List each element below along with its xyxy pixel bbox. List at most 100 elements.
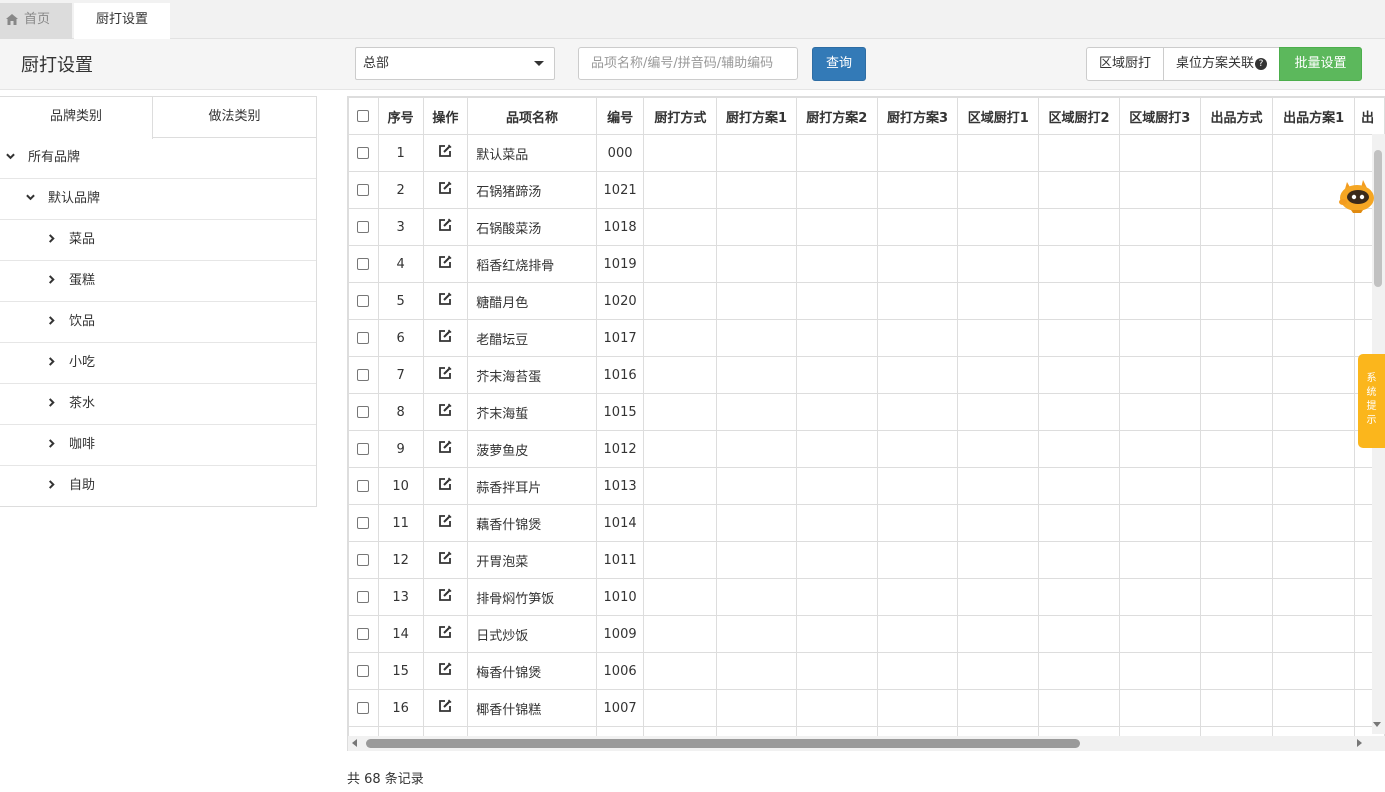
tab-kitchen-print-settings[interactable]: 厨打设置 [74,3,170,39]
row-checkbox[interactable] [357,665,370,677]
row-checkbox[interactable] [357,406,370,418]
scroll-right-icon[interactable] [1357,739,1362,747]
batch-settings-button[interactable]: 批量设置 [1279,47,1363,81]
tree-item[interactable]: 自助 [0,466,316,507]
table-row[interactable]: 1 默认菜品 000 [348,134,1385,172]
table-row[interactable]: 9 菠萝鱼皮 1012 [348,430,1385,468]
chevron-right-icon[interactable] [47,234,56,243]
table-plan-link-button[interactable]: 桌位方案关联? [1163,47,1281,81]
row-checkbox[interactable] [357,554,370,566]
edit-icon[interactable] [438,440,452,454]
column-header[interactable]: 厨打方案1 [716,97,797,135]
tree-item[interactable]: 蛋糕 [0,261,316,302]
edit-icon[interactable] [438,292,452,306]
table-row[interactable]: 6 老醋坛豆 1017 [348,319,1385,357]
chevron-down-icon[interactable] [6,152,15,161]
edit-icon[interactable] [438,699,452,713]
table-row[interactable]: 10 蒜香拌耳片 1013 [348,467,1385,505]
row-checkbox[interactable] [357,147,370,159]
tree-item[interactable]: 所有品牌 [0,138,316,179]
area-print-button[interactable]: 区域厨打 [1086,47,1165,81]
edit-icon[interactable] [438,403,452,417]
row-checkbox[interactable] [357,258,370,270]
column-header[interactable]: 区域厨打3 [1118,97,1201,135]
edit-icon[interactable] [438,551,452,565]
tree-item[interactable]: 咖啡 [0,425,316,466]
row-checkbox[interactable] [357,443,370,455]
column-header[interactable]: 厨打方案2 [795,97,878,135]
chevron-down-icon[interactable] [26,193,35,202]
table-row[interactable]: 11 藕香什锦煲 1014 [348,504,1385,542]
column-header[interactable]: 厨打方案3 [876,97,959,135]
horizontal-scroll-thumb[interactable] [366,739,1080,748]
store-select[interactable]: 总部 [355,47,555,80]
column-header[interactable]: 区域厨打2 [1038,97,1120,135]
tree-item[interactable]: 小吃 [0,343,316,384]
table-row[interactable]: 16 椰香什锦糕 1007 [348,689,1385,727]
row-checkbox[interactable] [357,702,370,714]
tree-item[interactable]: 茶水 [0,384,316,425]
row-checkbox[interactable] [357,369,370,381]
edit-icon[interactable] [438,329,452,343]
edit-icon[interactable] [438,514,452,528]
table-row[interactable]: 2 石锅猪蹄汤 1021 [348,171,1385,209]
row-checkbox[interactable] [357,628,370,640]
chevron-right-icon[interactable] [47,357,56,366]
column-header[interactable]: 品项名称 [467,97,597,135]
row-checkbox[interactable] [357,517,370,529]
search-input[interactable] [578,47,798,80]
column-header[interactable]: 区域厨打1 [957,97,1040,135]
table-row[interactable]: 7 芥末海苔蛋 1016 [348,356,1385,394]
edit-icon[interactable] [438,477,452,491]
column-header[interactable]: 操作 [422,97,469,135]
robot-assistant-icon[interactable] [1337,176,1377,214]
row-checkbox[interactable] [357,221,370,233]
table-row[interactable]: 4 稻香红烧排骨 1019 [348,245,1385,283]
table-row[interactable]: 12 开胃泡菜 1011 [348,541,1385,579]
table-row[interactable]: 14 日式炒饭 1009 [348,615,1385,653]
tree-item[interactable]: 菜品 [0,220,316,261]
edit-icon[interactable] [438,181,452,195]
column-header[interactable]: 出品方式 [1199,97,1274,135]
chevron-right-icon[interactable] [47,275,56,284]
scroll-left-icon[interactable] [352,739,357,747]
column-header[interactable]: 出 [1354,97,1385,135]
table-row[interactable]: 13 排骨焖竹笋饭 1010 [348,578,1385,616]
edit-icon[interactable] [438,366,452,380]
edit-icon[interactable] [438,218,452,232]
chevron-right-icon[interactable] [47,316,56,325]
edit-icon[interactable] [438,588,452,602]
vertical-scroll-thumb[interactable] [1374,150,1382,287]
row-checkbox[interactable] [357,332,370,344]
system-tip-button[interactable]: 系 统 提 示 [1358,354,1385,448]
tab-brand-category[interactable]: 品牌类别 [0,97,153,139]
row-checkbox[interactable] [357,591,370,603]
table-row[interactable]: 5 糖醋月色 1020 [348,282,1385,320]
tree-item[interactable]: 饮品 [0,302,316,343]
chevron-right-icon[interactable] [47,398,56,407]
table-row[interactable]: 3 石锅酸菜汤 1018 [348,208,1385,246]
column-header[interactable]: 出品方案1 [1272,97,1356,135]
scroll-down-icon[interactable] [1373,722,1381,727]
column-header[interactable]: 序号 [377,97,424,135]
tree-item[interactable]: 默认品牌 [0,179,316,220]
chevron-right-icon[interactable] [47,480,56,489]
select-all-checkbox[interactable] [357,110,370,122]
edit-icon[interactable] [438,144,452,158]
chevron-right-icon[interactable] [47,439,56,448]
table-row[interactable]: 15 梅香什锦煲 1006 [348,652,1385,690]
edit-icon[interactable] [438,625,452,639]
table-cell [795,171,878,209]
edit-icon[interactable] [438,255,452,269]
row-checkbox[interactable] [357,480,370,492]
edit-icon[interactable] [438,662,452,676]
row-checkbox[interactable] [357,184,370,196]
column-header[interactable]: 编号 [595,97,645,135]
query-button[interactable]: 查询 [812,47,866,81]
table-row[interactable]: 8 芥末海蜇 1015 [348,393,1385,431]
question-icon[interactable]: ? [1255,57,1268,70]
column-header[interactable]: 厨打方式 [643,97,718,135]
tab-method-category[interactable]: 做法类别 [153,97,316,138]
tab-home[interactable]: 首页 [0,3,72,39]
row-checkbox[interactable] [357,295,370,307]
